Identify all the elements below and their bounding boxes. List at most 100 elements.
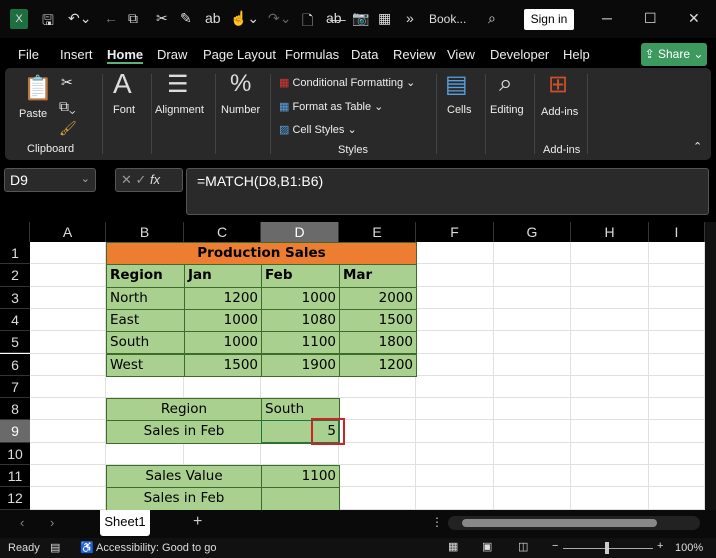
cell-B8[interactable]: Region — [106, 398, 262, 422]
cell-D5[interactable]: 1100 — [261, 331, 340, 355]
macro-icon[interactable]: ▤ — [50, 541, 60, 554]
search-icon[interactable]: ⌕ — [499, 70, 512, 98]
vertical-scrollbar[interactable] — [705, 222, 716, 510]
cell-D11[interactable]: 1100 — [261, 465, 340, 489]
column-header-G[interactable]: G — [494, 222, 571, 242]
column-header-I[interactable]: I — [649, 222, 705, 242]
page-break-view-icon[interactable]: ◫ — [518, 540, 528, 553]
select-all-corner[interactable] — [0, 222, 30, 242]
row-header-7[interactable]: 7 — [0, 375, 30, 399]
cells-icon[interactable]: ▤ — [445, 70, 468, 99]
collapse-ribbon-icon[interactable]: ⌃ — [693, 140, 702, 153]
cut-icon[interactable]: ✂ — [61, 74, 73, 91]
cancel-icon[interactable]: ✕ — [121, 172, 136, 187]
chevron-down-icon[interactable]: ⌄ — [81, 172, 90, 185]
minimize-button[interactable]: ─ — [602, 10, 612, 26]
cell-B1[interactable]: Production Sales — [106, 242, 417, 266]
alignment-icon[interactable]: ☰ — [167, 70, 189, 99]
column-header-C[interactable]: C — [184, 222, 261, 242]
cell-C5[interactable]: 1000 — [184, 331, 262, 355]
tab-review[interactable]: Review — [393, 47, 436, 62]
column-header-A[interactable]: A — [30, 222, 106, 242]
cell-B6[interactable]: West — [106, 353, 185, 377]
prev-sheet-icon[interactable]: ‹ — [20, 515, 24, 530]
cell-B12[interactable]: Sales in Feb — [106, 487, 262, 510]
row-header-4[interactable]: 4 — [0, 308, 30, 332]
edit-icon[interactable]: ✎ — [180, 10, 192, 27]
preview-icon[interactable]: ▦ — [378, 10, 391, 27]
back-icon[interactable]: ← — [104, 10, 118, 26]
more-icon[interactable]: » — [406, 10, 414, 26]
row-header-8[interactable]: 8 — [0, 398, 30, 421]
normal-view-icon[interactable]: ▦ — [448, 540, 458, 553]
column-header-E[interactable]: E — [339, 222, 416, 242]
camera-icon[interactable]: 📷 — [352, 10, 369, 27]
cell-D4[interactable]: 1080 — [261, 308, 340, 333]
zoom-level[interactable]: 100% — [675, 542, 703, 554]
column-header-D[interactable]: D — [261, 222, 339, 242]
tab-page-layout[interactable]: Page Layout — [203, 47, 276, 62]
tab-insert[interactable]: Insert — [60, 47, 93, 62]
tab-data[interactable]: Data — [351, 47, 378, 62]
spelling-icon[interactable]: ab — [205, 10, 221, 26]
accessibility-status[interactable]: Accessibility: Good to go — [96, 542, 216, 554]
tab-help[interactable]: Help — [563, 47, 590, 62]
share-button[interactable]: ⇪ Share ⌄ — [641, 43, 707, 66]
name-box[interactable]: D9 ⌄ — [4, 168, 96, 192]
tab-developer[interactable]: Developer — [490, 47, 549, 62]
conditional-formatting-button[interactable]: ▦ Conditional Formatting ⌄ — [279, 76, 415, 89]
close-button[interactable]: ✕ — [688, 10, 700, 27]
copy-icon[interactable]: ⧉⌄ — [59, 98, 76, 115]
cell-styles-button[interactable]: ▨ Cell Styles ⌄ — [279, 123, 357, 136]
cell-E2[interactable]: Mar — [339, 264, 417, 288]
tab-home[interactable]: Home — [107, 47, 144, 64]
row-header-10[interactable]: 10 — [0, 442, 30, 465]
search-icon[interactable]: ⌕ — [488, 10, 496, 27]
editing-button[interactable]: Editing — [490, 104, 524, 116]
format-as-table-button[interactable]: ▦ Format as Table ⌄ — [279, 100, 383, 113]
cell-B4[interactable]: East — [106, 308, 185, 333]
touch-icon[interactable]: ☝⌄ — [230, 10, 259, 27]
add-sheet-button[interactable]: + — [193, 513, 202, 531]
redo-icon[interactable]: ↷⌄ — [268, 10, 291, 27]
alignment-button[interactable]: Alignment — [155, 104, 204, 116]
cell-D6[interactable]: 1900 — [261, 353, 340, 377]
copy-icon[interactable]: ⧉ — [128, 10, 138, 27]
row-header-9[interactable]: 9 — [0, 420, 30, 443]
row-header-3[interactable]: 3 — [0, 286, 30, 309]
strikethrough-icon[interactable]: a̶b̶ — [326, 10, 342, 26]
cell-D2[interactable]: Feb — [261, 264, 340, 288]
cell-B11[interactable]: Sales Value — [106, 465, 262, 489]
font-button[interactable]: Font — [113, 104, 135, 116]
column-header-B[interactable]: B — [106, 222, 184, 242]
row-header-5[interactable]: 5 — [0, 331, 30, 354]
row-header-2[interactable]: 2 — [0, 264, 30, 287]
cell-C4[interactable]: 1000 — [184, 308, 262, 333]
add-ins-icon[interactable]: ⊞ — [548, 70, 568, 99]
tab-draw[interactable]: Draw — [157, 47, 187, 62]
insert-function-button[interactable]: fx — [150, 172, 160, 187]
number-button[interactable]: Number — [221, 104, 260, 116]
zoom-in-button[interactable]: + — [657, 540, 663, 552]
cell-B9[interactable]: Sales in Feb — [106, 420, 262, 444]
undo-icon[interactable]: ↶⌄ — [68, 10, 91, 27]
scroll-thumb[interactable] — [462, 519, 657, 527]
column-header-F[interactable]: F — [416, 222, 494, 242]
cell-C3[interactable]: 1200 — [184, 286, 262, 310]
cell-B5[interactable]: South — [106, 331, 185, 355]
worksheet-grid[interactable]: A B C D E F G H I 1 2 3 4 5 6 7 8 9 10 11 12 Production Sales… — [0, 222, 705, 510]
format-painter-icon[interactable]: 🖌 — [59, 120, 77, 137]
font-icon[interactable]: A — [113, 68, 132, 100]
percent-icon[interactable]: % — [230, 70, 251, 98]
new-file-icon[interactable]: 🗋 — [302, 10, 313, 34]
row-header-12[interactable]: 12 — [0, 487, 30, 510]
cell-D3[interactable]: 1000 — [261, 286, 340, 310]
enter-icon[interactable]: ✓ — [136, 172, 151, 187]
cell-C6[interactable]: 1500 — [184, 353, 262, 377]
horizontal-scrollbar[interactable] — [448, 516, 700, 530]
cell-E4[interactable]: 1500 — [339, 308, 417, 333]
cell-B2[interactable]: Region — [106, 264, 185, 288]
sheet-tab-sheet1[interactable]: Sheet1 — [100, 510, 150, 536]
cut-icon[interactable]: ✂ — [156, 10, 168, 27]
cell-D12[interactable] — [261, 487, 340, 510]
